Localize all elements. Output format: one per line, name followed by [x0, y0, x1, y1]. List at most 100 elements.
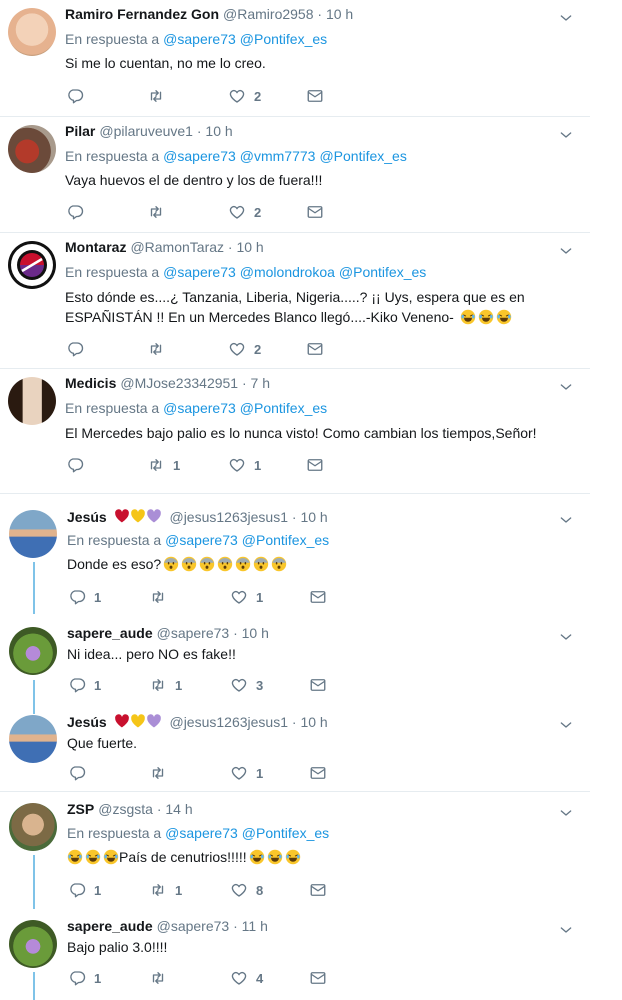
- display-name[interactable]: Montaraz: [65, 239, 126, 255]
- display-name[interactable]: Jesús: [67, 509, 107, 525]
- message-button[interactable]: [309, 880, 327, 900]
- avatar[interactable]: [9, 627, 57, 675]
- display-name[interactable]: Pilar: [65, 123, 95, 139]
- avatar[interactable]: [8, 125, 56, 173]
- caret-down-icon[interactable]: [558, 243, 574, 259]
- reply-button[interactable]: 1: [68, 880, 101, 900]
- caret-down-icon[interactable]: [558, 512, 574, 528]
- mention-link[interactable]: @Pontifex_es: [319, 148, 406, 164]
- avatar[interactable]: [9, 715, 57, 763]
- like-button[interactable]: 2: [228, 339, 261, 359]
- mention-link[interactable]: @vmm7773: [240, 148, 316, 164]
- like-button[interactable]: 8: [230, 880, 263, 900]
- display-name[interactable]: sapere_aude: [67, 918, 153, 934]
- retweet-button[interactable]: 1: [147, 455, 180, 475]
- retweet-button[interactable]: [147, 86, 173, 106]
- reply-button[interactable]: [66, 86, 92, 106]
- caret-down-icon[interactable]: [558, 10, 574, 26]
- reply-button[interactable]: 1: [68, 675, 101, 695]
- mention-link[interactable]: @Pontifex_es: [339, 264, 426, 280]
- reply-button[interactable]: [66, 339, 92, 359]
- message-button[interactable]: [306, 86, 324, 106]
- caret-down-icon[interactable]: [558, 805, 574, 821]
- user-handle[interactable]: @RamonTaraz: [130, 239, 224, 255]
- mention-link[interactable]: @Pontifex_es: [242, 532, 329, 548]
- timestamp[interactable]: · 10 h: [228, 239, 264, 255]
- avatar[interactable]: [8, 377, 56, 425]
- message-button[interactable]: [309, 675, 327, 695]
- retweet-button[interactable]: 1: [149, 880, 182, 900]
- timestamp[interactable]: · 14 h: [157, 801, 193, 817]
- message-button[interactable]: [309, 587, 327, 607]
- tweet[interactable]: Jesús @jesus1263jesus1 · 10 h En respues…: [0, 502, 590, 614]
- mention-link[interactable]: @molondrokoa: [240, 264, 335, 280]
- mention-link[interactable]: @Pontifex_es: [240, 31, 327, 47]
- caret-down-icon[interactable]: [558, 127, 574, 143]
- reply-button[interactable]: 1: [68, 968, 101, 988]
- display-name[interactable]: Ramiro Fernandez Gon: [65, 6, 219, 22]
- tweet[interactable]: Montaraz @RamonTaraz · 10 h En respuesta …: [0, 233, 590, 368]
- retweet-button[interactable]: [149, 763, 175, 783]
- retweet-button[interactable]: [147, 202, 173, 222]
- mention-link[interactable]: @Pontifex_es: [240, 400, 327, 416]
- message-button[interactable]: [306, 455, 324, 475]
- timestamp[interactable]: · 10 h: [233, 625, 269, 641]
- user-handle[interactable]: @MJose23342951: [120, 375, 238, 391]
- display-name[interactable]: ZSP: [67, 801, 94, 817]
- reply-button[interactable]: [68, 763, 94, 783]
- timestamp[interactable]: · 7 h: [242, 375, 270, 391]
- timestamp[interactable]: · 10 h: [317, 6, 353, 22]
- user-handle[interactable]: @zsgsta: [98, 801, 153, 817]
- caret-down-icon[interactable]: [558, 629, 574, 645]
- mention-link[interactable]: @sapere73: [163, 400, 236, 416]
- like-button[interactable]: 2: [228, 202, 261, 222]
- mention-link[interactable]: @sapere73: [165, 532, 238, 548]
- mention-link[interactable]: @Pontifex_es: [242, 825, 329, 841]
- caret-down-icon[interactable]: [558, 379, 574, 395]
- message-button[interactable]: [309, 968, 327, 988]
- tweet[interactable]: ZSP @zsgsta · 14 h En respuesta a @sapere7…: [0, 795, 590, 907]
- avatar[interactable]: [8, 241, 56, 289]
- timestamp[interactable]: · 11 h: [233, 918, 268, 934]
- like-button[interactable]: 3: [230, 675, 263, 695]
- mention-link[interactable]: @sapere73: [163, 264, 236, 280]
- timestamp[interactable]: · 10 h: [292, 714, 328, 730]
- mention-link[interactable]: @sapere73: [165, 825, 238, 841]
- like-button[interactable]: 1: [230, 763, 263, 783]
- mention-link[interactable]: @sapere73: [163, 31, 236, 47]
- retweet-button[interactable]: 1: [149, 675, 182, 695]
- reply-button[interactable]: 1: [68, 587, 101, 607]
- retweet-button[interactable]: [149, 968, 175, 988]
- display-name[interactable]: sapere_aude: [67, 625, 153, 641]
- display-name[interactable]: Medicis: [65, 375, 116, 391]
- avatar[interactable]: [9, 803, 57, 851]
- user-handle[interactable]: @sapere73: [157, 625, 230, 641]
- user-handle[interactable]: @pilaruveuve1: [99, 123, 193, 139]
- tweet[interactable]: sapere_aude @sapere73 · 10 h Ni idea... p…: [0, 619, 590, 711]
- user-handle[interactable]: @Ramiro2958: [223, 6, 313, 22]
- like-button[interactable]: 2: [228, 86, 261, 106]
- message-button[interactable]: [306, 339, 324, 359]
- retweet-button[interactable]: [149, 587, 175, 607]
- avatar[interactable]: [9, 510, 57, 558]
- user-handle[interactable]: @sapere73: [157, 918, 230, 934]
- user-handle[interactable]: @jesus1263jesus1: [169, 714, 288, 730]
- reply-button[interactable]: [66, 202, 92, 222]
- tweet[interactable]: Ramiro Fernandez Gon @Ramiro2958 · 10 h E…: [0, 0, 590, 116]
- mention-link[interactable]: @sapere73: [163, 148, 236, 164]
- message-button[interactable]: [306, 202, 324, 222]
- tweet[interactable]: Medicis @MJose23342951 · 7 h En respuesta…: [0, 369, 590, 493]
- tweet[interactable]: sapere_aude @sapere73 · 11 h Bajo palio 3…: [0, 912, 590, 1000]
- user-handle[interactable]: @jesus1263jesus1: [169, 509, 288, 525]
- message-button[interactable]: [309, 763, 327, 783]
- like-button[interactable]: 1: [230, 587, 263, 607]
- caret-down-icon[interactable]: [558, 717, 574, 733]
- caret-down-icon[interactable]: [558, 922, 574, 938]
- display-name[interactable]: Jesús: [67, 714, 107, 730]
- reply-button[interactable]: [66, 455, 92, 475]
- like-button[interactable]: 1: [228, 455, 261, 475]
- avatar[interactable]: [8, 8, 56, 56]
- tweet[interactable]: Jesús @jesus1263jesus1 · 10 h Que fuerte…: [0, 707, 590, 791]
- retweet-button[interactable]: [147, 339, 173, 359]
- like-button[interactable]: 4: [230, 968, 263, 988]
